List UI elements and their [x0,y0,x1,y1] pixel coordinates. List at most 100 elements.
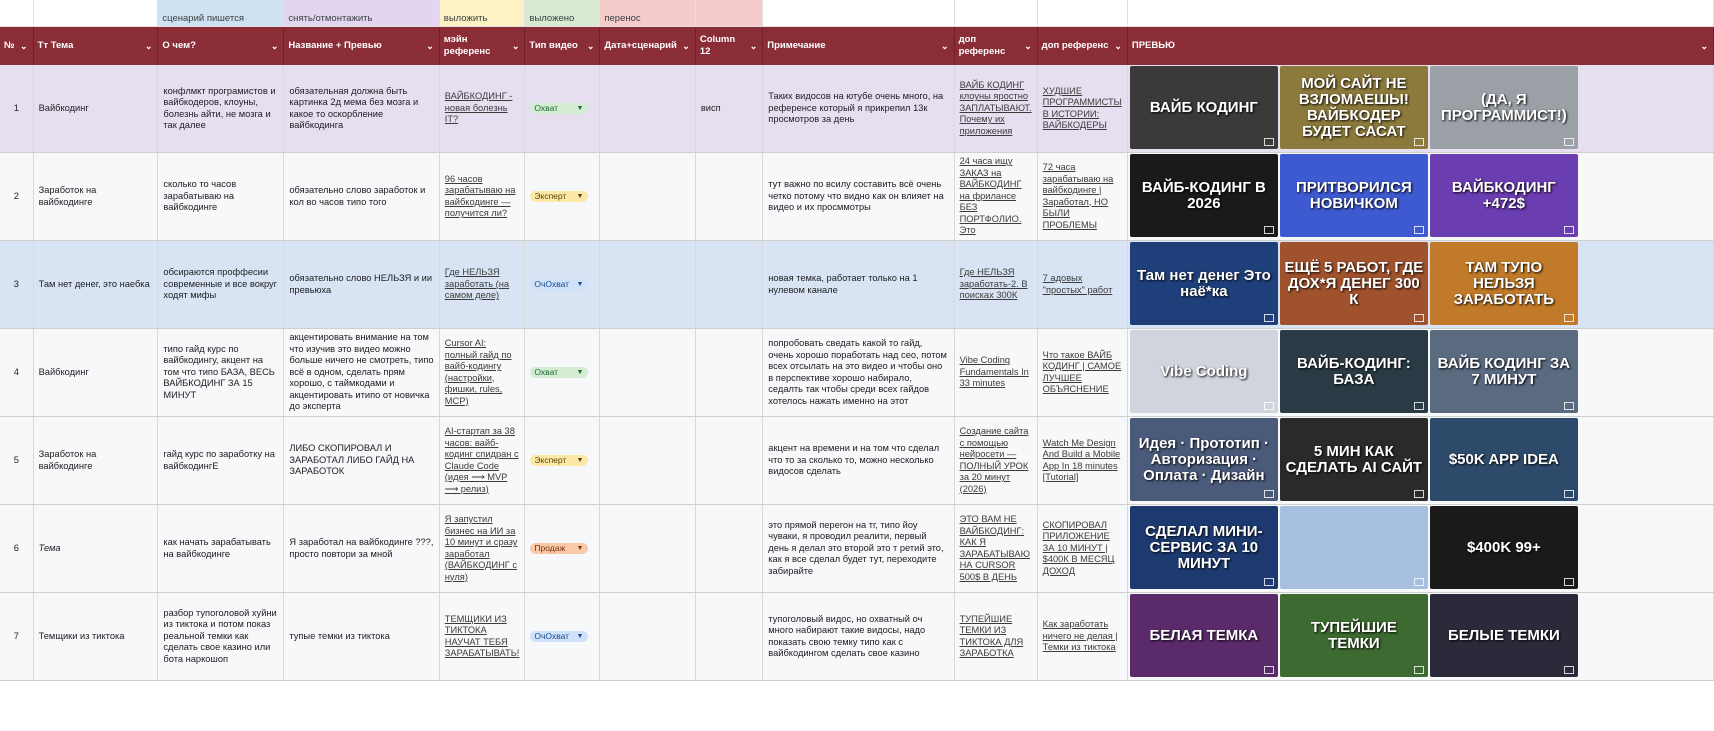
cell-type[interactable]: Эксперт ▼ [524,416,601,505]
reference-link[interactable]: ТЕМЩИКИ ИЗ ТИКТОКА НАУЧАТ ТЕБЯ ЗАРАБАТЫВ… [445,614,520,659]
reference-link[interactable]: 96 часов зарабатываю на вайбкодинге — по… [445,174,516,219]
preview-thumbnail[interactable]: СДЕЛАЛ МИНИ-СЕРВИС ЗА 10 МИНУТ [1129,506,1278,589]
chevron-down-icon[interactable]: ⌄ [145,40,153,52]
reference-link[interactable]: Vibe Coding Fundamentals In 33 minutes [960,355,1029,388]
preview-thumbnail[interactable] [1279,506,1428,589]
cell-date[interactable] [599,592,696,681]
cell-ref2[interactable]: ВАЙБ КОДИНГ клоуны яростно ЗАПЛАТЫВАЮТ. … [954,65,1038,153]
column-header[interactable]: № ⌄ [0,26,34,65]
cell-type[interactable]: ОчОхват ▼ [524,592,601,681]
cell-tema[interactable]: Там нет денег, это наебка [33,240,159,329]
cell-date[interactable] [599,416,696,505]
cell-ref3[interactable]: СКОПИРОВАЛ ПРИЛОЖЕНИЕ ЗА 10 МИНУТ | $400… [1037,504,1128,593]
column-header[interactable]: Column 12 ⌄ [695,26,764,65]
cell-about[interactable]: типо гайд курс по вайбкодингу, акцент на… [157,328,285,417]
cell-date[interactable] [599,504,696,593]
stage-cell[interactable]: сценарий пишется [157,0,285,27]
cell-note[interactable]: это прямой перегон на тг, типо йоу чувак… [762,504,955,593]
column-header[interactable]: доп референс ⌄ [954,26,1038,65]
preview-thumbnail[interactable]: ВАЙБ-КОДИНГ В 2026 [1129,154,1278,237]
reference-link[interactable]: Cursor AI: полный гайд по вайб-кодингу (… [445,338,512,406]
cell-ref3[interactable]: 72 часа зарабатываю на вайбкодинге | Зар… [1037,152,1128,241]
column-header[interactable]: ПРЕВЬЮ ⌄ [1127,26,1714,65]
cell-tema[interactable]: Вайбкодинг [33,328,159,417]
cell-title[interactable]: тупые темки из тиктока [283,592,440,681]
reference-link[interactable]: Я запустил бизнес на ИИ за 10 минут и ср… [445,514,518,582]
reference-link[interactable]: 24 часа ищу ЗАКАЗ на ВАЙБКОДИНГ на фрила… [960,156,1022,235]
cell-tema[interactable]: Заработок на вайбкодинге [33,152,159,241]
chevron-down-icon[interactable]: ⌄ [271,40,279,52]
column-header[interactable]: Тип видео ⌄ [524,26,601,65]
reference-link[interactable]: Как заработать ничего не делая | Темки и… [1043,619,1118,652]
type-dropdown-chip[interactable]: Эксперт ▼ [530,455,589,466]
reference-link[interactable]: Что такое ВАЙБ КОДИНГ | САМОЕ ЛУЧШЕЕ ОБЪ… [1043,350,1122,395]
cell-col12[interactable] [695,504,764,593]
cell-ref3[interactable]: Watch Me Design And Build a Mobile App I… [1037,416,1128,505]
type-dropdown-chip[interactable]: Эксперт ▼ [530,191,589,202]
chevron-down-icon[interactable]: ⌄ [682,40,690,52]
cell-ref2[interactable]: 24 часа ищу ЗАКАЗ на ВАЙБКОДИНГ на фрила… [954,152,1038,241]
reference-link[interactable]: Где НЕЛЬЗЯ заработать (на самом деле) [445,267,509,300]
column-header[interactable]: Дата+сценарий ⌄ [599,26,696,65]
cell-note[interactable]: акцент на времени и на том что сделал чт… [762,416,955,505]
column-header[interactable]: О чем? ⌄ [157,26,285,65]
chevron-down-icon[interactable]: ⌄ [941,40,949,52]
cell-title[interactable]: ЛИБО СКОПИРОВАЛ И ЗАРАБОТАЛ ЛИБО ГАЙД НА… [283,416,440,505]
cell-title[interactable]: акцентировать внимание на том что изучив… [283,328,440,417]
cell-ref2[interactable]: Создание сайта с помощью нейросети — ПОЛ… [954,416,1038,505]
cell-tema[interactable]: Тема [33,504,159,593]
cell-type[interactable]: Эксперт ▼ [524,152,601,241]
preview-thumbnail[interactable]: ПРИТВОРИЛСЯ НОВИЧКОМ [1279,154,1428,237]
chevron-down-icon[interactable]: ⌄ [1700,40,1708,52]
reference-link[interactable]: СКОПИРОВАЛ ПРИЛОЖЕНИЕ ЗА 10 МИНУТ | $400… [1043,520,1115,576]
cell-main-ref[interactable]: ВАЙБКОДИНГ - новая болезнь IT? [439,65,526,153]
type-dropdown-chip[interactable]: ОчОхват ▼ [530,631,589,642]
type-dropdown-chip[interactable]: Охват ▼ [530,367,589,378]
cell-ref2[interactable]: Где НЕЛЬЗЯ заработать-2. В поисках 300К [954,240,1038,329]
preview-thumbnail[interactable]: БЕЛЫЕ ТЕМКИ [1429,594,1578,677]
chevron-down-icon[interactable]: ⌄ [20,40,28,52]
cell-ref3[interactable]: Что такое ВАЙБ КОДИНГ | САМОЕ ЛУЧШЕЕ ОБЪ… [1037,328,1128,417]
chevron-down-icon[interactable]: ⌄ [1024,40,1032,52]
cell-about[interactable]: как начать зарабатывать на вайбкодинге [157,504,285,593]
reference-link[interactable]: ЭТО ВАМ НЕ ВАЙБКОДИНГ: КАК Я ЗАРАБАТЫВАЮ… [960,514,1030,582]
stage-cell[interactable] [0,0,34,27]
reference-link[interactable]: Где НЕЛЬЗЯ заработать-2. В поисках 300К [960,267,1028,300]
preview-thumbnail[interactable]: БЕЛАЯ ТЕМКА [1129,594,1278,677]
cell-note[interactable]: тупоголовый видос, но охватный оч много … [762,592,955,681]
cell-type[interactable]: Охват ▼ [524,328,601,417]
stage-cell[interactable]: снять/отмонтажить [283,0,440,27]
preview-thumbnail[interactable]: ЕЩЁ 5 РАБОТ, ГДЕ ДОХ*Я ДЕНЕГ 300 К [1279,242,1428,325]
cell-date[interactable] [599,65,696,153]
cell-date[interactable] [599,152,696,241]
chevron-down-icon[interactable]: ⌄ [587,40,595,52]
cell-num[interactable]: 5 [0,416,34,505]
preview-thumbnail[interactable]: Vibe Coding [1129,330,1278,413]
cell-col12[interactable] [695,328,764,417]
cell-num[interactable]: 6 [0,504,34,593]
chevron-down-icon[interactable]: ⌄ [1114,40,1122,52]
cell-tema[interactable]: Заработок на вайбкодинге [33,416,159,505]
cell-about[interactable]: сколько то часов зарабатываю на вайбкоди… [157,152,285,241]
cell-num[interactable]: 1 [0,65,34,153]
reference-link[interactable]: Watch Me Design And Build a Mobile App I… [1043,438,1121,483]
column-header[interactable]: Название + Превью ⌄ [283,26,440,65]
preview-thumbnail[interactable]: Там нет денег Это наё*ка [1129,242,1278,325]
type-dropdown-chip[interactable]: ОчОхват ▼ [530,279,589,290]
cell-col12[interactable] [695,592,764,681]
preview-thumbnail[interactable]: (ДА, Я ПРОГРАММИСТ!) [1429,66,1578,149]
cell-title[interactable]: обязательно слово заработок и кол во час… [283,152,440,241]
cell-ref2[interactable]: ТУПЕЙШИЕ ТЕМКИ ИЗ ТИКТОКА ДЛЯ ЗАРАБОТКА [954,592,1038,681]
reference-link[interactable]: ХУДШИЕ ПРОГРАММИСТЫ В ИСТОРИИ: ВАЙБКОДЕР… [1043,86,1122,131]
type-dropdown-chip[interactable]: Продаж ▼ [530,543,589,554]
column-header[interactable]: Тт Тема ⌄ [33,26,159,65]
stage-cell[interactable] [1037,0,1128,27]
cell-title[interactable]: обязательно слово НЕЛЬЗЯ и ии превьюха [283,240,440,329]
cell-main-ref[interactable]: Cursor AI: полный гайд по вайб-кодингу (… [439,328,526,417]
preview-thumbnail[interactable]: ВАЙБ-КОДИНГ: БАЗА [1279,330,1428,413]
cell-tema[interactable]: Темщики из тиктока [33,592,159,681]
cell-about[interactable]: гайд курс по заработку на вайбкодингЕ [157,416,285,505]
column-header[interactable]: мэйн референс ⌄ [439,26,526,65]
cell-col12[interactable] [695,152,764,241]
cell-main-ref[interactable]: ТЕМЩИКИ ИЗ ТИКТОКА НАУЧАТ ТЕБЯ ЗАРАБАТЫВ… [439,592,526,681]
